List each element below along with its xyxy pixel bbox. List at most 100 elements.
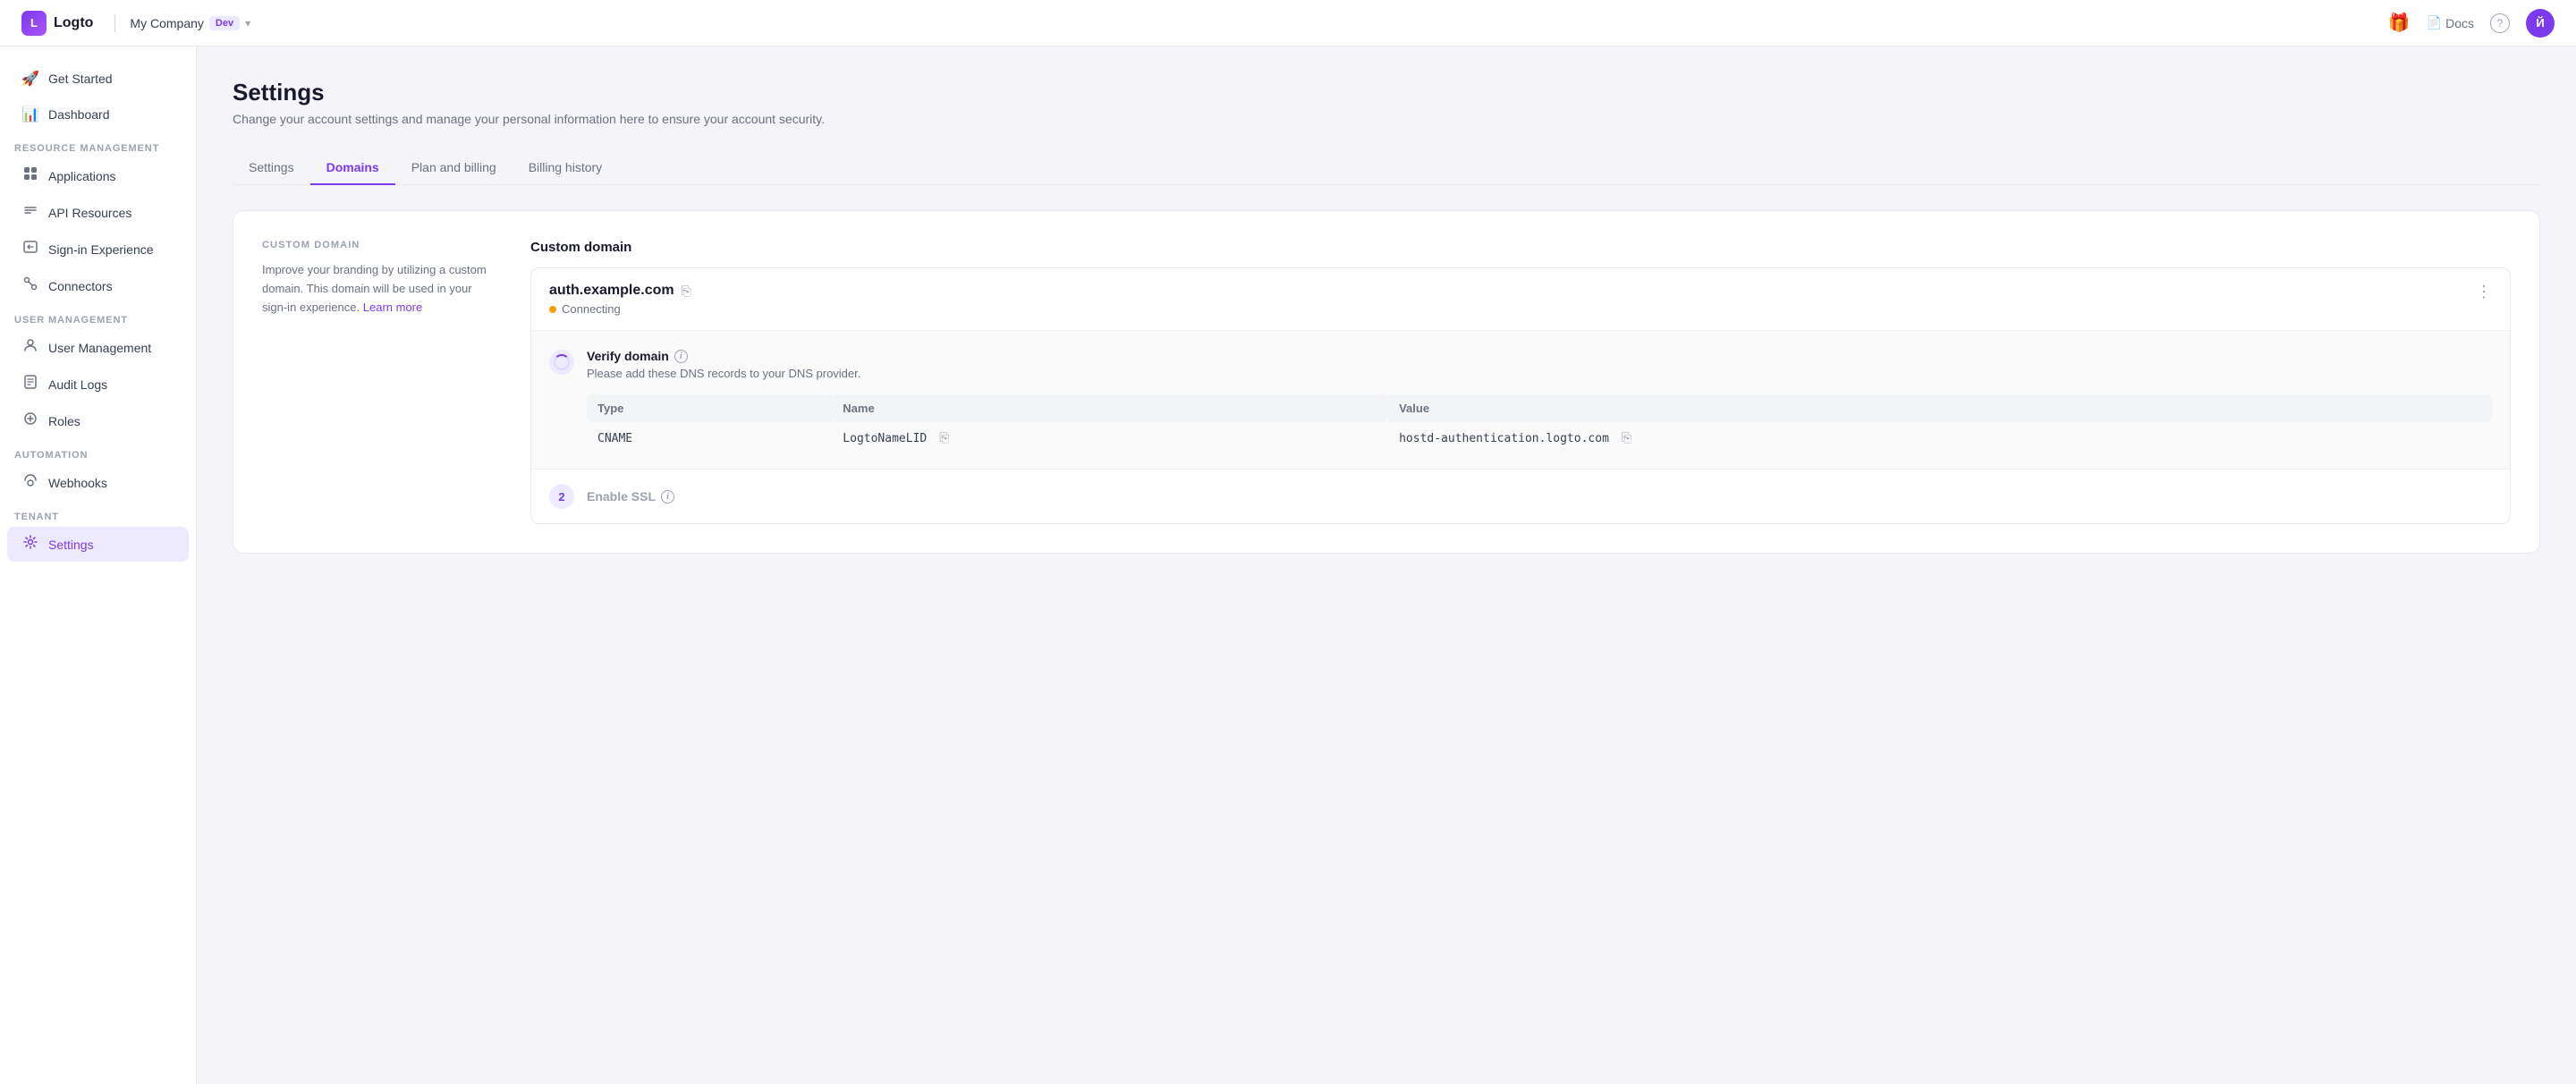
- sidebar-item-label: Audit Logs: [48, 377, 107, 392]
- domain-header: auth.example.com ⎘ Connecting ⋮: [531, 268, 2510, 331]
- dns-name: LogtoNameLID ⎘: [832, 422, 1388, 454]
- topbar: L Logto My Company Dev ▾ 🎁 📄 Docs ? Й: [0, 0, 2576, 47]
- docs-link[interactable]: 📄 Docs: [2427, 15, 2474, 30]
- dns-col-value: Value: [1388, 394, 2492, 422]
- tab-settings[interactable]: Settings: [233, 151, 310, 185]
- section-resource-management: RESOURCE MANAGEMENT: [0, 132, 196, 157]
- section-tenant: TENANT: [0, 501, 196, 526]
- topbar-right: 🎁 📄 Docs ? Й: [2388, 9, 2555, 38]
- audit-logs-icon: [21, 375, 39, 394]
- card-left: CUSTOM DOMAIN Improve your branding by u…: [262, 240, 495, 524]
- webhooks-icon: [21, 473, 39, 492]
- avatar[interactable]: Й: [2526, 9, 2555, 38]
- copy-dns-name-icon[interactable]: ⎘: [939, 431, 949, 445]
- status-text: Connecting: [562, 302, 621, 316]
- sidebar-item-get-started[interactable]: 🚀 Get Started: [7, 62, 189, 96]
- get-started-icon: 🚀: [21, 70, 39, 88]
- section-automation: AUTOMATION: [0, 439, 196, 464]
- tab-plan-billing[interactable]: Plan and billing: [395, 151, 513, 185]
- sidebar-item-connectors[interactable]: Connectors: [7, 268, 189, 303]
- tabs: Settings Domains Plan and billing Billin…: [233, 151, 2540, 185]
- domain-name: auth.example.com: [549, 283, 674, 299]
- connectors-icon: [21, 276, 39, 295]
- verify-section: Verify domain i Please add these DNS rec…: [531, 331, 2510, 469]
- company-selector[interactable]: My Company Dev ▾: [130, 16, 250, 30]
- layout: 🚀 Get Started 📊 Dashboard RESOURCE MANAG…: [0, 47, 2576, 1084]
- verify-row: Verify domain i Please add these DNS rec…: [549, 349, 2492, 454]
- topbar-divider: [114, 14, 115, 32]
- learn-more-link[interactable]: Learn more: [363, 301, 422, 314]
- tab-billing-history[interactable]: Billing history: [513, 151, 618, 185]
- ssl-section: 2 Enable SSL i: [531, 469, 2510, 523]
- sidebar-item-settings[interactable]: Settings: [7, 527, 189, 562]
- user-management-icon: [21, 338, 39, 357]
- sidebar-item-applications[interactable]: Applications: [7, 158, 189, 193]
- sidebar-item-webhooks[interactable]: Webhooks: [7, 465, 189, 500]
- applications-icon: [21, 166, 39, 185]
- sidebar-item-label: User Management: [48, 341, 151, 355]
- sidebar-item-label: Connectors: [48, 279, 113, 293]
- card-section-label: CUSTOM DOMAIN: [262, 240, 495, 250]
- sidebar-item-label: Sign-in Experience: [48, 242, 154, 257]
- tab-domains[interactable]: Domains: [310, 151, 395, 185]
- roles-icon: [21, 411, 39, 430]
- custom-domain-card: CUSTOM DOMAIN Improve your branding by u…: [233, 210, 2540, 554]
- dns-col-type: Type: [587, 394, 832, 422]
- gift-icon[interactable]: 🎁: [2388, 12, 2411, 34]
- sidebar-item-label: API Resources: [48, 206, 131, 220]
- sidebar-item-dashboard[interactable]: 📊 Dashboard: [7, 97, 189, 131]
- sidebar-item-label: Webhooks: [48, 476, 107, 490]
- sidebar-item-roles[interactable]: Roles: [7, 403, 189, 438]
- spinner-icon: [554, 354, 570, 370]
- ssl-step-number: 2: [549, 484, 574, 509]
- sidebar-item-sign-in-experience[interactable]: Sign-in Experience: [7, 232, 189, 267]
- sidebar: 🚀 Get Started 📊 Dashboard RESOURCE MANAG…: [0, 47, 197, 1084]
- dns-table: Type Name Value CNAME: [587, 394, 2492, 454]
- verify-title: Verify domain i: [587, 349, 2492, 363]
- sidebar-item-label: Settings: [48, 538, 94, 552]
- card-right: Custom domain auth.example.com ⎘ Connect…: [530, 240, 2511, 524]
- docs-icon: 📄: [2427, 15, 2442, 30]
- help-icon[interactable]: ?: [2490, 13, 2510, 33]
- sign-in-icon: [21, 240, 39, 258]
- copy-dns-value-icon[interactable]: ⎘: [1622, 431, 1631, 445]
- domain-card: auth.example.com ⎘ Connecting ⋮: [530, 267, 2511, 524]
- ssl-info-icon[interactable]: i: [661, 490, 674, 504]
- docs-label: Docs: [2445, 16, 2474, 30]
- ssl-title: Enable SSL i: [587, 489, 674, 504]
- sidebar-item-api-resources[interactable]: API Resources: [7, 195, 189, 230]
- domain-status: Connecting: [549, 302, 2476, 316]
- dns-value: hostd-authentication.logto.com ⎘: [1388, 422, 2492, 454]
- domain-header-inner: auth.example.com ⎘ Connecting: [549, 283, 2476, 316]
- copy-domain-icon[interactable]: ⎘: [682, 284, 691, 299]
- settings-icon: [21, 535, 39, 554]
- custom-domain-title: Custom domain: [530, 240, 2511, 255]
- verify-content: Verify domain i Please add these DNS rec…: [587, 349, 2492, 454]
- domain-menu-button[interactable]: ⋮: [2476, 283, 2492, 301]
- card-description: Improve your branding by utilizing a cus…: [262, 261, 495, 317]
- status-dot: [549, 306, 556, 313]
- ssl-row: 2 Enable SSL i: [549, 484, 2492, 509]
- step-1-icon: [549, 350, 574, 375]
- verify-info-icon[interactable]: i: [674, 350, 688, 363]
- company-name: My Company: [130, 16, 203, 30]
- sidebar-item-audit-logs[interactable]: Audit Logs: [7, 367, 189, 402]
- section-user-management: USER MANAGEMENT: [0, 304, 196, 329]
- logo-icon: L: [21, 11, 47, 36]
- sidebar-item-label: Applications: [48, 169, 116, 183]
- sidebar-item-label: Roles: [48, 414, 80, 428]
- sidebar-item-label: Dashboard: [48, 107, 110, 122]
- dashboard-icon: 📊: [21, 106, 39, 123]
- logo-area: L Logto: [21, 11, 93, 36]
- dns-row: CNAME LogtoNameLID ⎘: [587, 422, 2492, 454]
- main-content: Settings Change your account settings an…: [197, 47, 2576, 1084]
- sidebar-item-user-management[interactable]: User Management: [7, 330, 189, 365]
- page-subtitle: Change your account settings and manage …: [233, 112, 2540, 126]
- verify-sub: Please add these DNS records to your DNS…: [587, 367, 2492, 380]
- page-title: Settings: [233, 79, 2540, 106]
- logo-text: Logto: [54, 15, 93, 31]
- company-chevron-icon: ▾: [245, 17, 250, 30]
- dev-badge: Dev: [209, 16, 240, 30]
- dns-col-name: Name: [832, 394, 1388, 422]
- sidebar-item-label: Get Started: [48, 72, 113, 86]
